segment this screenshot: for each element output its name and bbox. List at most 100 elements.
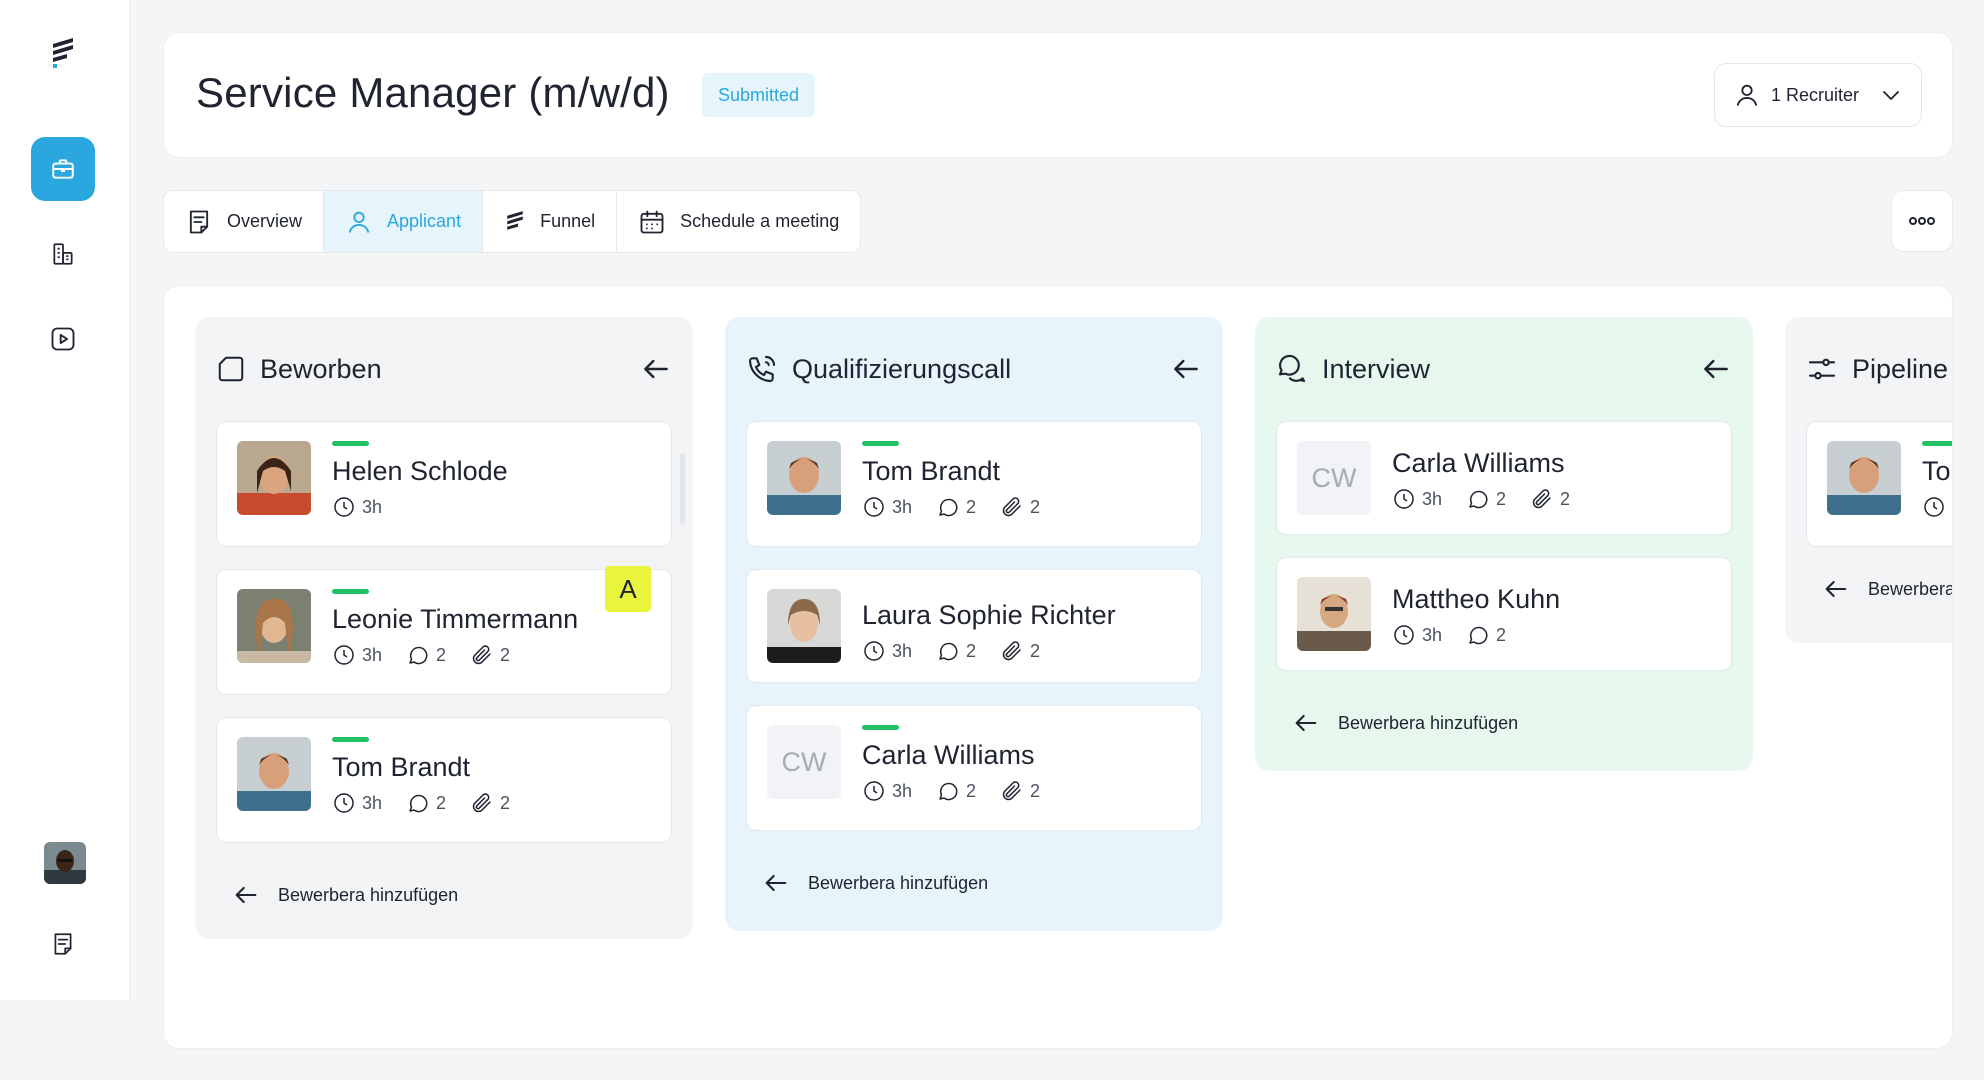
more-options-button[interactable] (1891, 190, 1953, 252)
tab-applicant[interactable]: Applicant (324, 191, 484, 252)
candidate-photo (1827, 441, 1901, 515)
candidate-photo (237, 589, 311, 663)
tab-label: Schedule a meeting (680, 211, 840, 231)
comment-icon (1469, 626, 1488, 645)
candidate-card[interactable]: CW Carla Williams 3h 2 2 (746, 705, 1202, 831)
candidate-photo (237, 737, 311, 811)
add-applicant-link[interactable]: Bewerbera hinzufügen (216, 865, 672, 925)
sidebar (0, 0, 130, 1000)
arrow-left-icon[interactable] (1170, 353, 1202, 385)
comment-icon (939, 642, 958, 661)
candidate-card[interactable]: Mattheo Kuhn 3h 2 (1276, 557, 1732, 671)
candidate-card[interactable]: Laura Sophie Richter 3h 2 2 (746, 569, 1202, 683)
column-title: Qualifizierungscall (792, 353, 1012, 384)
comment-icon (939, 498, 958, 517)
candidate-photo (767, 441, 841, 515)
status-badge: Submitted (702, 73, 816, 117)
user-icon (348, 211, 370, 233)
arrow-left-icon (1825, 580, 1847, 598)
notes-icon (54, 933, 72, 955)
column-header: Interview (1276, 317, 1732, 421)
clock-icon (864, 497, 884, 517)
more-dots-icon (1909, 217, 1935, 225)
recruiter-dropdown[interactable]: 1 Recruiter (1714, 63, 1922, 127)
arrow-left-icon (235, 886, 257, 904)
play-icon (51, 327, 75, 351)
kanban-board: Beworben Helen Schlode 3h Leonie Timmerm… (163, 285, 1953, 1049)
time-value: 3h (362, 792, 383, 813)
column-header: Qualifizierungscall (746, 317, 1202, 421)
comment-icon (409, 646, 428, 665)
arrow-left-icon[interactable] (640, 353, 672, 385)
time-value: 3h (362, 644, 383, 665)
clock-icon (1924, 497, 1944, 517)
candidate-photo (767, 589, 841, 663)
candidate-name: Laura Sophie Richter (862, 600, 1116, 630)
tab-schedule-meeting[interactable]: Schedule a meeting (617, 191, 860, 252)
comment-icon (1469, 490, 1488, 509)
add-applicant-label: Bewerbera hinzufügen (278, 884, 459, 905)
tab-label: Applicant (387, 211, 462, 231)
tab-label: Funnel (540, 211, 596, 231)
job-tabs: Overview Applicant Funnel Schedule a mee… (163, 190, 862, 253)
job-header: Service Manager (m/w/d) Submitted 1 Recr… (163, 32, 1953, 158)
candidate-card[interactable]: Helen Schlode 3h (216, 421, 672, 547)
column-header: Pipeline (1806, 317, 1952, 421)
comment-count: 2 (1496, 624, 1507, 645)
add-applicant-link[interactable]: Bewerbera (1806, 559, 1952, 619)
candidate-name: Mattheo Kuhn (1392, 584, 1561, 614)
stage-indicator (1922, 441, 1952, 446)
sidebar-company-button[interactable] (31, 222, 95, 286)
brand-logo-icon[interactable] (49, 34, 77, 70)
tab-funnel[interactable]: Funnel (483, 191, 618, 252)
column-title: Interview (1322, 353, 1431, 384)
funnel-logo-icon (507, 210, 523, 230)
candidate-card[interactable]: To (1806, 421, 1952, 547)
stage-indicator (332, 737, 369, 742)
chat-icon (1278, 354, 1306, 383)
add-applicant-link[interactable]: Bewerbera hinzufügen (1276, 693, 1732, 753)
column-interview: Interview CW Carla Williams 3h 2 2 Matth… (1255, 317, 1753, 771)
user-avatar[interactable] (44, 842, 86, 884)
candidate-card[interactable]: Tom Brandt 3h 2 2 (746, 421, 1202, 547)
sidebar-jobs-button[interactable] (31, 137, 95, 201)
stage-indicator (332, 441, 369, 446)
sliders-icon (1808, 358, 1836, 380)
tab-overview[interactable]: Overview (164, 191, 325, 252)
paperclip-icon (1002, 497, 1021, 517)
candidate-initials: CW (767, 725, 841, 799)
arrow-left-icon[interactable] (1700, 353, 1732, 385)
paperclip-icon (472, 645, 491, 665)
column-title: Pipeline (1852, 353, 1949, 384)
add-applicant-link[interactable]: Bewerbera hinzufügen (746, 853, 1202, 913)
candidate-name: To (1922, 456, 1951, 486)
user-icon (1736, 84, 1758, 106)
column-title: Beworben (260, 353, 382, 384)
candidate-card[interactable]: Tom Brandt 3h 2 2 (216, 717, 672, 843)
sidebar-video-button[interactable] (31, 307, 95, 371)
arrow-left-icon (1295, 714, 1317, 732)
comment-icon (409, 794, 428, 813)
candidate-name: Carla Williams (862, 740, 1035, 770)
sidebar-notes-button[interactable] (31, 912, 95, 976)
assignee-badge: A (605, 566, 651, 612)
clock-icon (1394, 625, 1414, 645)
column-scrollbar[interactable] (680, 453, 685, 525)
time-value: 3h (1422, 488, 1443, 509)
attachment-count: 2 (1560, 488, 1571, 509)
candidate-photo (237, 441, 311, 515)
page-title: Service Manager (m/w/d) (196, 69, 670, 116)
recruiter-label: 1 Recruiter (1771, 84, 1860, 105)
candidate-card[interactable]: Leonie Timmermann 3h 2 2 A (216, 566, 672, 695)
time-value: 3h (892, 780, 913, 801)
candidate-name: Tom Brandt (332, 752, 471, 782)
comment-count: 2 (1496, 488, 1507, 509)
column-pipeline: Pipeline To Bewerbera (1785, 317, 1952, 643)
candidate-name: Helen Schlode (332, 456, 508, 486)
time-value: 3h (362, 496, 383, 517)
attachment-count: 2 (1030, 496, 1041, 517)
candidate-card[interactable]: CW Carla Williams 3h 2 2 (1276, 421, 1732, 535)
building-icon (53, 243, 73, 265)
stage-indicator (862, 725, 899, 730)
column-beworben: Beworben Helen Schlode 3h Leonie Timmerm… (195, 317, 693, 939)
